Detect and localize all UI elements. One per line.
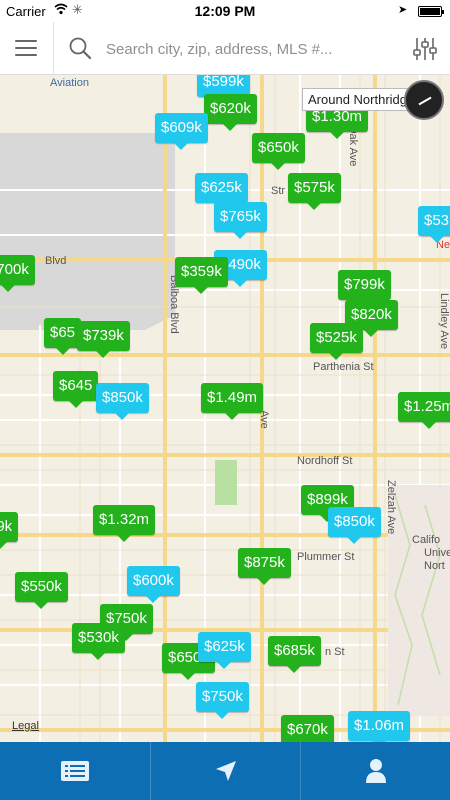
map-label-plummer-st: Plummer St — [297, 551, 355, 563]
tab-current-location[interactable] — [150, 742, 300, 800]
location-services-icon: ➤ — [398, 4, 408, 16]
listing-pin[interactable]: $739k — [77, 321, 130, 358]
compass-icon[interactable] — [404, 80, 444, 120]
listing-pin[interactable]: $625k — [195, 173, 248, 210]
listing-pin[interactable]: $685k — [268, 636, 321, 673]
hamburger-icon-line — [15, 54, 37, 56]
listing-pin[interactable]: $1.25m — [398, 392, 450, 429]
map-label-campus-line-2: Unive — [424, 547, 450, 559]
hamburger-icon — [15, 40, 37, 42]
listing-pin[interactable]: $1.49m — [201, 383, 264, 420]
listing-pin[interactable]: $700k — [0, 255, 35, 292]
map-label-lindley-ave: Lindley Ave — [438, 293, 450, 350]
map-label-zelzah-ave: Zelzah Ave — [385, 480, 397, 535]
search-input[interactable] — [106, 36, 396, 62]
listing-pin[interactable]: $1.32m — [93, 505, 156, 542]
map-label-str: Str — [271, 185, 286, 197]
listing-pin[interactable]: 59k — [0, 512, 19, 549]
listing-pin[interactable]: $609k — [155, 113, 208, 150]
listing-pin[interactable]: $850k — [328, 507, 381, 544]
battery-icon — [418, 6, 444, 17]
listing-pin[interactable]: $53 — [418, 206, 450, 243]
clock: 12:09 PM — [194, 3, 256, 19]
tab-list[interactable] — [0, 742, 150, 800]
listing-pin[interactable]: $850k — [96, 383, 149, 420]
listing-pin[interactable]: $620k — [204, 94, 257, 131]
search-bar — [0, 22, 450, 75]
map-label-blvd: Blvd — [45, 255, 67, 267]
listing-pin[interactable]: $650k — [252, 133, 305, 170]
listing-pin[interactable]: $645 — [53, 371, 99, 408]
listing-pin[interactable]: $550k — [15, 572, 68, 609]
listing-pin[interactable]: $359k — [175, 257, 228, 294]
listing-pin[interactable]: $670k — [281, 715, 334, 742]
map-label-aviation: Aviation — [50, 77, 89, 89]
listing-pin[interactable]: $530k — [72, 623, 125, 660]
map-view[interactable]: Aviation Blvd Str Ne Balboa Blvd Oak Ave… — [0, 75, 450, 742]
legal-link[interactable]: Legal — [12, 720, 39, 732]
listing-pin[interactable]: $750k — [196, 682, 249, 719]
listing-pin[interactable]: $799k — [338, 270, 391, 307]
listing-pin[interactable]: $525k — [310, 323, 363, 360]
listing-pin[interactable]: $765k — [214, 202, 267, 239]
map-label-campus-line-3: Nort — [424, 560, 445, 572]
listing-pin[interactable]: $875k — [238, 548, 291, 585]
user-icon — [365, 759, 386, 783]
listing-pin[interactable]: $600k — [127, 566, 180, 603]
tab-account[interactable] — [300, 742, 450, 800]
hamburger-icon-line — [15, 47, 37, 49]
filter-sliders-icon[interactable] — [410, 34, 440, 64]
status-bar: Carrier ✳ 12:09 PM ➤ — [0, 0, 450, 22]
search-icon[interactable] — [68, 36, 92, 60]
list-icon — [61, 761, 89, 781]
area-label-tooltip: Around Northridge — [302, 88, 421, 111]
map-label-n-st: n St — [325, 646, 345, 658]
map-label-nordhoff-st: Nordhoff St — [297, 455, 353, 467]
listing-pin[interactable]: $575k — [288, 173, 341, 210]
menu-button[interactable] — [0, 22, 54, 75]
map-label-campus-line-1: Califo — [412, 534, 441, 546]
tab-bar — [0, 742, 450, 800]
listing-pin[interactable]: $1.06m — [348, 711, 411, 742]
map-label-parthenia-st: Parthenia St — [313, 361, 374, 373]
listing-pin[interactable]: $625k — [198, 632, 251, 669]
listing-pin[interactable]: $65 — [44, 318, 82, 355]
location-arrow-icon — [215, 761, 236, 781]
